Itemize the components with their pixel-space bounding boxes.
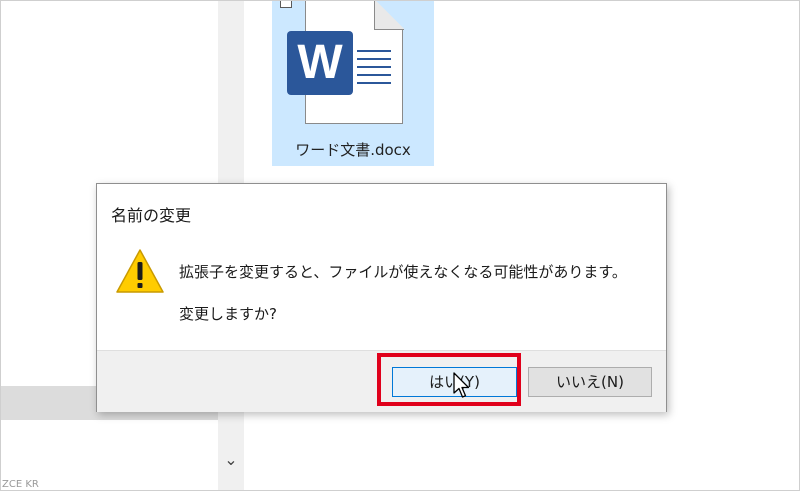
navigation-bottom-text: ZCE KR bbox=[2, 479, 39, 490]
document-lines-icon bbox=[357, 50, 391, 90]
file-name[interactable]: ワード文書.docx bbox=[272, 139, 434, 160]
warning-icon bbox=[116, 249, 164, 293]
dialog-question: 変更しますか? bbox=[179, 305, 277, 323]
word-icon: W bbox=[287, 31, 353, 95]
dialog-title: 名前の変更 bbox=[111, 206, 192, 225]
scroll-down-icon[interactable]: ⌄ bbox=[218, 448, 244, 472]
no-button[interactable]: いいえ(N) bbox=[528, 367, 652, 397]
yes-button-highlight bbox=[377, 353, 521, 406]
mouse-cursor-icon bbox=[453, 372, 470, 398]
dialog-message: 拡張子を変更すると、ファイルが使えなくなる可能性があります。 bbox=[179, 263, 627, 281]
document-fold-icon bbox=[374, 0, 404, 30]
checkbox-icon[interactable] bbox=[280, 0, 292, 8]
